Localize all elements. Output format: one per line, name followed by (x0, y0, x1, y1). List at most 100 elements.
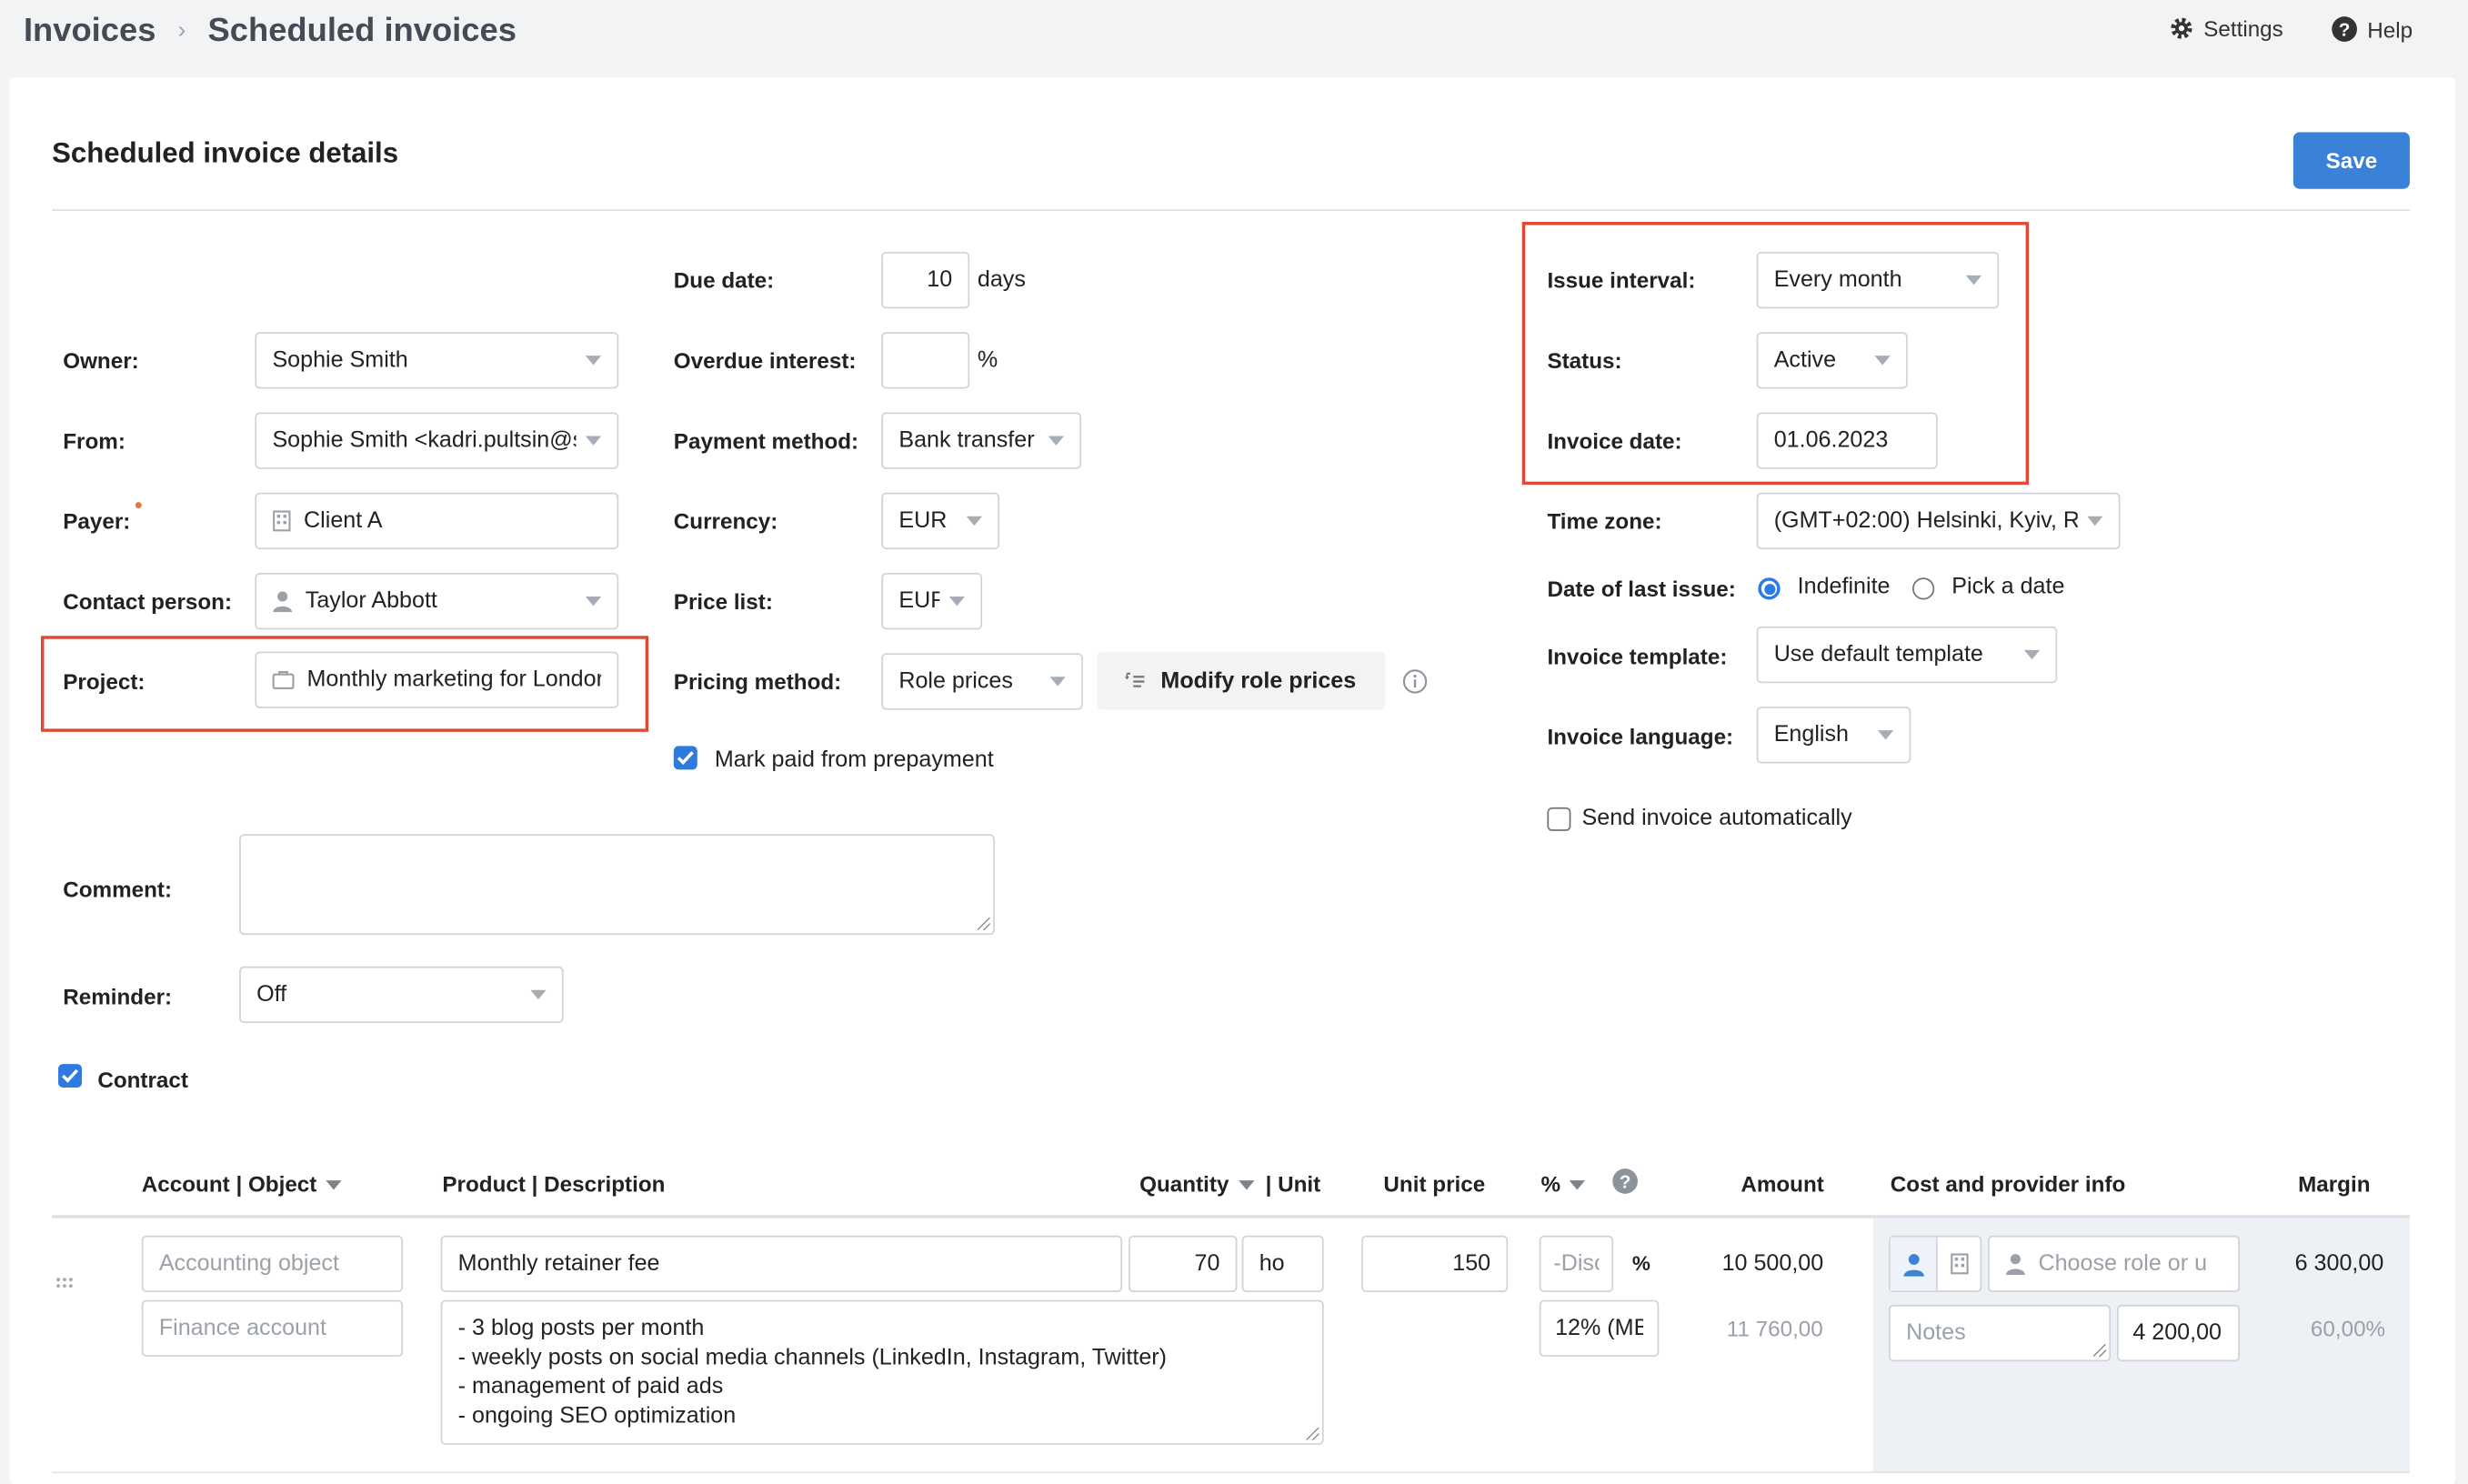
th-quantity[interactable]: Quantity (1139, 1170, 1255, 1197)
contact-person-select[interactable]: Taylor Abbott (255, 573, 619, 630)
invoice-date-input[interactable]: 01.06.2023 (1756, 412, 1938, 469)
chevron-down-icon (585, 356, 602, 366)
unit-input[interactable]: ho (1241, 1235, 1324, 1293)
product-input[interactable]: Monthly retainer fee (440, 1235, 1123, 1293)
settings-link[interactable]: Settings (2169, 15, 2283, 41)
due-date-input[interactable]: 10 (881, 251, 970, 309)
help-link[interactable]: ? Help (2331, 15, 2413, 42)
th-account-object-label: Account | Object (141, 1170, 317, 1197)
contract-label: Contract (97, 1067, 188, 1093)
reminder-select[interactable]: Off (239, 966, 564, 1024)
drag-handle-icon[interactable] (55, 1277, 75, 1289)
time-zone-select[interactable]: (GMT+02:00) Helsinki, Kyiv, Ri (1756, 492, 2121, 550)
settings-label: Settings (2203, 15, 2283, 42)
th-percent[interactable]: % (1540, 1170, 1586, 1197)
notes-textarea[interactable]: Notes (1889, 1304, 2112, 1362)
sort-down-icon (326, 1180, 343, 1191)
invoice-template-value: Use default template (1773, 642, 1983, 667)
description-line: - 3 blog posts per month (457, 1316, 705, 1341)
save-button[interactable]: Save (2292, 132, 2410, 189)
finance-account-placeholder: Finance account (158, 1316, 326, 1341)
person-toggle[interactable] (1890, 1237, 1938, 1291)
unit-price-input[interactable]: 150 (1361, 1235, 1509, 1293)
price-list-select[interactable]: EUR (881, 573, 983, 630)
th-percent-label: % (1540, 1170, 1561, 1197)
quantity-input[interactable]: 70 (1129, 1235, 1238, 1293)
discount-input[interactable]: -Disc (1539, 1235, 1614, 1293)
invoice-language-select[interactable]: English (1756, 707, 1911, 764)
pricing-method-select[interactable]: Role prices (881, 653, 1083, 710)
mark-paid-label: Mark paid from prepayment (714, 747, 994, 773)
invoice-date-label: Invoice date: (1547, 427, 1682, 454)
breadcrumb-invoices-link[interactable]: Invoices (24, 13, 156, 49)
project-label: Project: (63, 668, 145, 695)
due-date-label: Due date: (673, 267, 775, 293)
currency-select[interactable]: EUR (881, 492, 1000, 550)
comment-label: Comment: (63, 877, 173, 902)
reminder-value: Off (256, 982, 287, 1008)
person-icon (1902, 1253, 1924, 1276)
contract-checkbox[interactable] (58, 1064, 83, 1088)
owner-value: Sophie Smith (272, 347, 408, 374)
building-icon (1950, 1253, 1968, 1275)
row-divider (52, 1471, 2410, 1474)
amount-value: 10 500,00 (1721, 1251, 1824, 1277)
mark-paid-checkbox[interactable] (673, 746, 697, 770)
margin-percent-value: 60,00% (2310, 1316, 2386, 1341)
payment-method-select[interactable]: Bank transfer (881, 412, 1082, 469)
currency-label: Currency: (673, 508, 778, 534)
chevron-down-icon (1049, 677, 1066, 687)
overdue-interest-input[interactable] (881, 332, 970, 389)
send-automatically-checkbox[interactable] (1547, 807, 1571, 831)
gear-icon (2171, 17, 2192, 39)
time-zone-label: Time zone: (1547, 508, 1662, 534)
resize-handle-icon[interactable] (2093, 1344, 2106, 1358)
chevron-down-icon (1874, 356, 1891, 366)
chevron-down-icon (2087, 516, 2103, 526)
owner-select[interactable]: Sophie Smith (255, 332, 619, 389)
cost-input[interactable]: 4 200,00 (2117, 1304, 2241, 1362)
finance-account-input[interactable]: Finance account (141, 1299, 404, 1358)
payer-field[interactable]: Client A (255, 492, 619, 550)
payer-label: Payer: (63, 508, 131, 534)
description-line: - management of paid ads (457, 1374, 724, 1399)
indefinite-radio[interactable] (1758, 577, 1781, 600)
accounting-object-input[interactable]: Accounting object (141, 1235, 404, 1293)
resize-handle-icon[interactable] (977, 917, 990, 930)
owner-label: Owner: (63, 347, 139, 374)
pick-date-radio[interactable] (1912, 577, 1935, 600)
building-icon (273, 510, 291, 532)
description-line: - ongoing SEO optimization (457, 1403, 737, 1429)
from-select[interactable]: Sophie Smith <kadri.pultsin@s (255, 412, 619, 469)
modify-role-prices-button[interactable]: Modify role prices (1097, 651, 1386, 710)
description-textarea[interactable]: - 3 blog posts per month - weekly posts … (440, 1299, 1324, 1445)
unit-price-value: 150 (1452, 1251, 1491, 1277)
notes-placeholder: Notes (1906, 1320, 1966, 1346)
checkmark-icon (62, 1068, 79, 1083)
info-icon[interactable] (1402, 669, 1428, 695)
invoice-template-select[interactable]: Use default template (1756, 626, 2058, 684)
issue-interval-select[interactable]: Every month (1756, 251, 2000, 309)
reminder-label: Reminder: (63, 983, 173, 1009)
chevron-down-icon (1877, 730, 1894, 740)
discount-percent-sign[interactable]: % (1632, 1251, 1650, 1275)
status-value: Active (1773, 347, 1837, 374)
page-title: Scheduled invoices (207, 12, 517, 49)
invoice-language-label: Invoice language: (1547, 724, 1734, 749)
chevron-down-icon (1965, 275, 1982, 286)
project-field[interactable]: Monthly marketing for Londor (255, 651, 619, 708)
vat-select[interactable]: 12% (MB (1539, 1299, 1660, 1358)
th-quantity-label: Quantity (1139, 1170, 1229, 1197)
resize-handle-icon[interactable] (1306, 1427, 1319, 1440)
cost-type-toggle[interactable] (1889, 1235, 1982, 1293)
comment-textarea[interactable] (239, 834, 995, 936)
currency-value: EUR (898, 508, 948, 534)
checkmark-icon (677, 751, 694, 766)
company-toggle[interactable] (1938, 1237, 1981, 1290)
role-user-select[interactable]: Choose role or u (1988, 1235, 2241, 1293)
divider (52, 209, 2410, 211)
vat-value: 12% (MB (1555, 1316, 1644, 1341)
th-account-object[interactable]: Account | Object (141, 1170, 343, 1197)
help-circle-icon[interactable]: ? (1611, 1168, 1638, 1194)
status-select[interactable]: Active (1756, 332, 1908, 389)
